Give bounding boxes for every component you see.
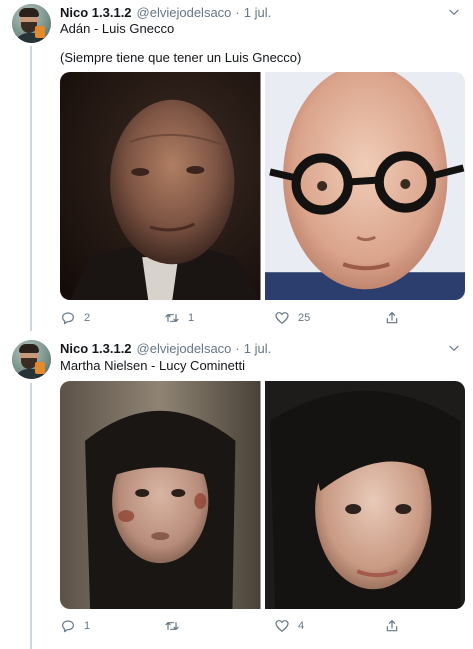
heart-icon [275, 312, 289, 324]
retweet-count: 1 [188, 312, 195, 324]
chevron-down-icon[interactable] [447, 5, 461, 19]
tweet-actions: 1 4 [60, 616, 460, 636]
like-button[interactable]: 4 [274, 616, 304, 636]
reply-button[interactable]: 2 [60, 308, 90, 328]
chevron-down-icon[interactable] [447, 341, 461, 355]
character-martha-nielsen-photo[interactable] [60, 381, 261, 609]
retweet-icon [165, 314, 179, 322]
character-adan-photo[interactable] [60, 72, 261, 300]
tweet-actions: 2 1 25 [60, 308, 460, 328]
heart-icon [275, 620, 289, 632]
reply-button[interactable]: 1 [60, 616, 90, 636]
share-icon [386, 620, 398, 632]
tweet[interactable]: Nico 1.3.1.2 @elviejodelsaco · 1 jul. Ad… [0, 0, 473, 331]
like-count: 25 [298, 312, 311, 324]
tweet-text-line: (Siempre tiene que tener un Luis Gnecco) [60, 50, 302, 65]
tweet-text-line: Martha Nielsen - Lucy Cominetti [60, 358, 245, 373]
tweet-header: Nico 1.3.1.2 @elviejodelsaco · 1 jul. [60, 339, 463, 357]
like-button[interactable]: 25 [274, 308, 310, 328]
tweet-text-line: Adán - Luis Gnecco [60, 21, 175, 36]
separator-dot: · [235, 340, 240, 356]
retweet-button[interactable]: 1 [164, 308, 194, 328]
thread-line [30, 46, 32, 331]
retweet-icon [165, 622, 179, 630]
tweet-media[interactable] [60, 72, 465, 300]
separator-dot: · [235, 4, 240, 20]
tweet-timestamp[interactable]: 1 jul. [244, 341, 271, 356]
share-icon [386, 312, 398, 324]
share-button[interactable] [384, 308, 400, 328]
author-handle[interactable]: @elviejodelsaco [137, 5, 232, 20]
tweet-timestamp[interactable]: 1 jul. [244, 5, 271, 20]
tweet-header: Nico 1.3.1.2 @elviejodelsaco · 1 jul. [60, 3, 463, 21]
retweet-button[interactable] [164, 616, 188, 636]
author-name[interactable]: Nico 1.3.1.2 [60, 5, 132, 20]
share-button[interactable] [384, 616, 400, 636]
avatar[interactable] [12, 4, 51, 43]
actor-luis-gnecco-photo[interactable] [264, 72, 465, 300]
like-count: 4 [298, 620, 305, 632]
actor-lucy-cominetti-photo[interactable] [264, 381, 465, 609]
author-name[interactable]: Nico 1.3.1.2 [60, 341, 132, 356]
tweet[interactable]: Nico 1.3.1.2 @elviejodelsaco · 1 jul. Ma… [0, 331, 473, 649]
reply-count: 1 [84, 620, 91, 632]
reply-icon [62, 312, 74, 325]
thread-line [30, 383, 32, 649]
avatar[interactable] [12, 340, 51, 379]
tweet-media[interactable] [60, 381, 465, 609]
reply-icon [62, 620, 74, 633]
author-handle[interactable]: @elviejodelsaco [137, 341, 232, 356]
reply-count: 2 [84, 312, 91, 324]
